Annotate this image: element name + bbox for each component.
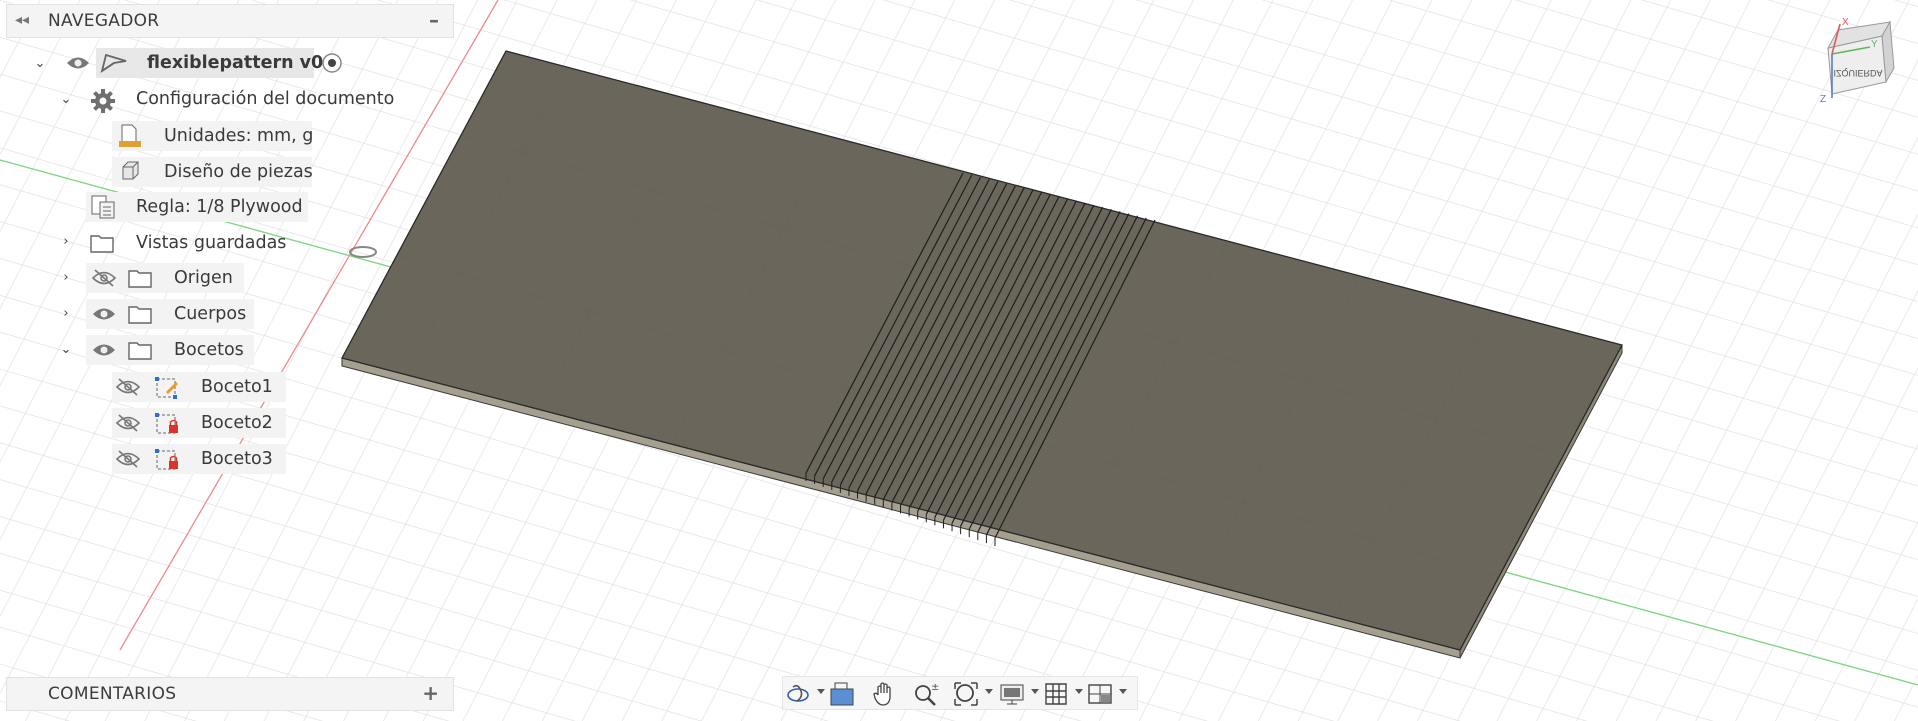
expand-sketches-icon[interactable]: ⌄ — [58, 342, 74, 357]
bodies-folder-icon — [128, 299, 152, 329]
expand-settings-icon[interactable]: ⌄ — [58, 92, 74, 107]
part-design-icon — [118, 157, 142, 187]
viewcube-y-label: Y — [1871, 39, 1878, 50]
grid-dropdown-icon[interactable] — [1075, 689, 1083, 694]
sketch2-label[interactable]: Boceto2 — [201, 408, 273, 438]
eye-icon[interactable] — [92, 299, 116, 329]
gear-icon — [90, 86, 116, 116]
folder-icon — [90, 228, 114, 258]
display-settings-icon[interactable] — [999, 681, 1025, 707]
browser-title: NAVEGADOR — [48, 11, 160, 31]
expand-root-icon[interactable]: ⌄ — [32, 56, 48, 71]
expand-views-icon[interactable]: › — [58, 234, 74, 249]
sketch-locked-icon — [154, 408, 180, 438]
viewports-icon[interactable] — [1087, 681, 1113, 707]
zoom-dropdown-icon[interactable] — [985, 689, 993, 694]
sketches-folder-icon — [128, 335, 152, 365]
component-icon — [100, 48, 128, 78]
bodies-label[interactable]: Cuerpos — [174, 299, 246, 329]
orbit-icon[interactable] — [785, 681, 811, 707]
navigation-toolbar: ± — [782, 676, 1138, 710]
hidden-eye-icon[interactable] — [92, 263, 116, 293]
expand-origin-icon[interactable]: › — [58, 270, 74, 285]
sketch3-label[interactable]: Boceto3 — [201, 444, 273, 474]
sketch-edit-icon — [154, 372, 180, 402]
sketch1-label[interactable]: Boceto1 — [201, 372, 273, 402]
activate-radio-icon[interactable] — [321, 48, 343, 78]
sketches-eye-icon[interactable] — [92, 335, 116, 365]
part-design-label[interactable]: Diseño de piezas — [164, 157, 313, 187]
viewcube-face-label: IZQUIERDA — [1833, 68, 1882, 78]
look-at-icon[interactable] — [829, 681, 855, 707]
units-label[interactable]: Unidades: mm, g — [164, 121, 313, 151]
root-visibility-icon[interactable] — [66, 48, 90, 78]
svg-text:±: ± — [931, 682, 939, 693]
comments-title: COMENTARIOS — [48, 684, 177, 704]
orbit-dropdown-icon[interactable] — [817, 689, 825, 694]
sketch-locked-icon — [154, 444, 180, 474]
zoom-icon[interactable]: ± — [913, 681, 939, 707]
units-icon — [118, 121, 142, 151]
root-component-name[interactable]: flexiblepattern v0 — [147, 48, 323, 78]
rule-icon — [90, 192, 116, 222]
comments-panel-header[interactable]: COMENTARIOS + — [6, 677, 454, 711]
document-settings-label[interactable]: Configuración del documento — [136, 84, 394, 114]
grid-icon[interactable] — [1043, 681, 1069, 707]
fit-icon[interactable] — [953, 681, 979, 707]
sketch3-hidden-eye-icon[interactable] — [116, 444, 140, 474]
display-dropdown-icon[interactable] — [1031, 689, 1039, 694]
origin-folder-icon — [128, 263, 152, 293]
origin-label[interactable]: Origen — [174, 263, 233, 293]
viewcube-z-label: Z — [1820, 94, 1826, 105]
saved-views-label[interactable]: Vistas guardadas — [136, 228, 286, 258]
browser-panel-header[interactable]: ◂◂ NAVEGADOR – — [6, 4, 454, 38]
sketches-label[interactable]: Bocetos — [174, 335, 244, 365]
add-comment-icon[interactable]: + — [422, 681, 439, 705]
rule-label[interactable]: Regla: 1/8 Plywood — [136, 192, 303, 222]
viewports-dropdown-icon[interactable] — [1119, 689, 1127, 694]
collapse-panel-icon[interactable]: ◂◂ — [15, 12, 29, 28]
sketch2-hidden-eye-icon[interactable] — [116, 408, 140, 438]
viewcube-x-label: X — [1842, 17, 1849, 28]
minimize-icon[interactable]: – — [429, 8, 439, 32]
expand-bodies-icon[interactable]: › — [58, 306, 74, 321]
pan-icon[interactable] — [871, 681, 897, 707]
sketch1-hidden-eye-icon[interactable] — [116, 372, 140, 402]
